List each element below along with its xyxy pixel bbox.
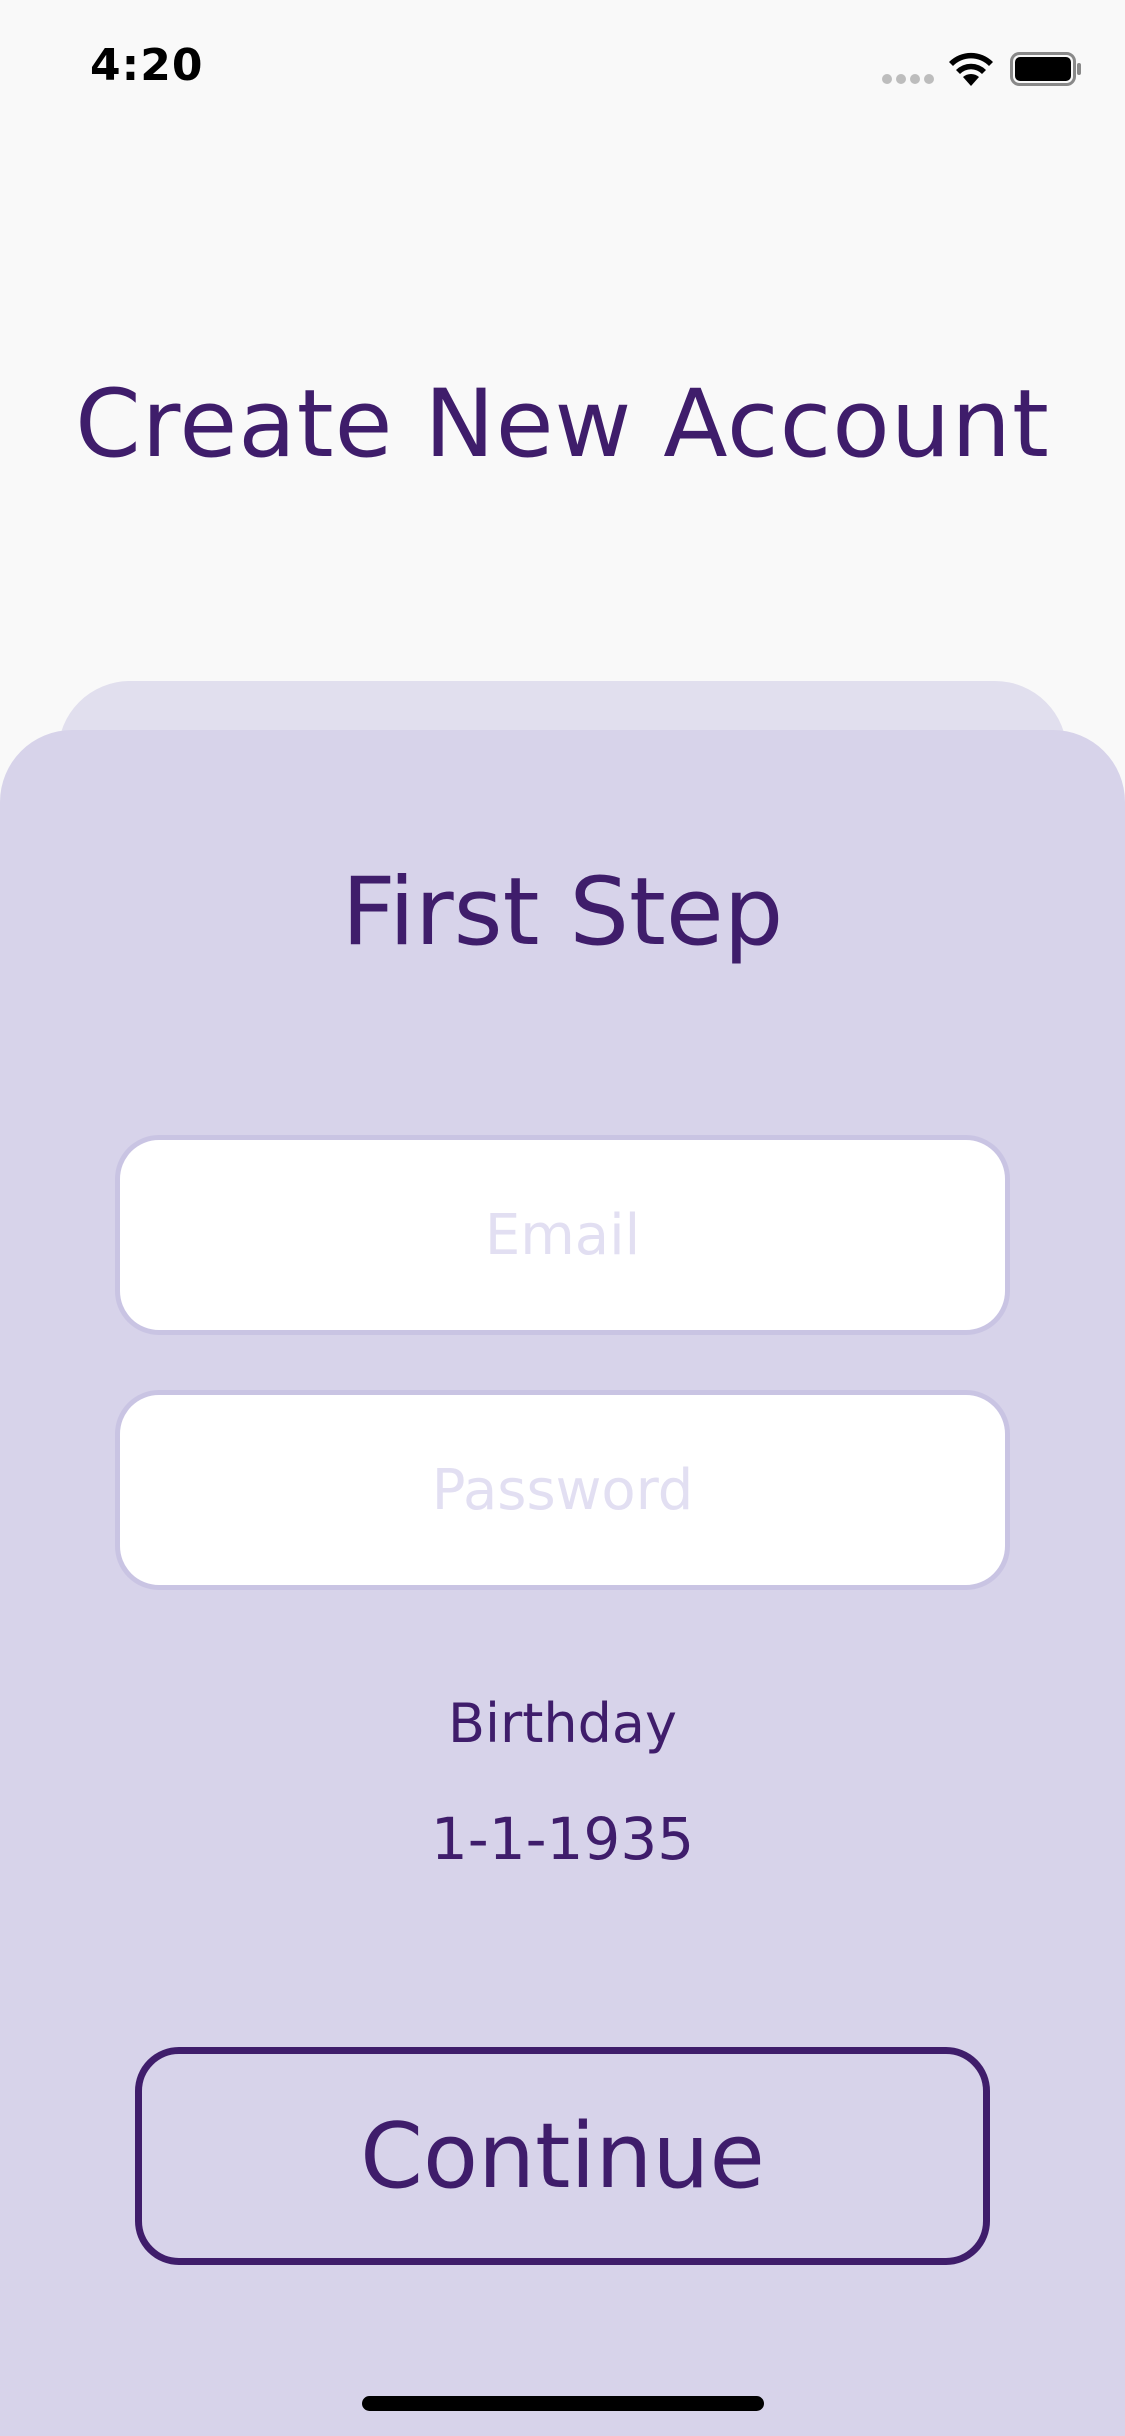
signup-card: First Step Birthday 1-1-1935 Continue <box>0 730 1125 2436</box>
birthday-label: Birthday <box>448 1692 677 1755</box>
cellular-signal-icon <box>882 74 934 84</box>
status-time: 4:20 <box>90 40 204 91</box>
continue-button-label: Continue <box>360 2103 765 2209</box>
email-field[interactable] <box>115 1135 1010 1335</box>
page-title: Create New Account <box>75 370 1050 479</box>
home-indicator <box>362 2396 764 2411</box>
status-bar: 4:20 <box>0 0 1125 132</box>
continue-button[interactable]: Continue <box>135 2047 990 2265</box>
birthday-picker[interactable]: 1-1-1935 <box>0 1805 1125 1873</box>
wifi-icon <box>949 52 993 86</box>
password-field[interactable] <box>115 1390 1010 1590</box>
battery-icon <box>1010 52 1081 86</box>
step-title: First Step <box>341 858 784 967</box>
